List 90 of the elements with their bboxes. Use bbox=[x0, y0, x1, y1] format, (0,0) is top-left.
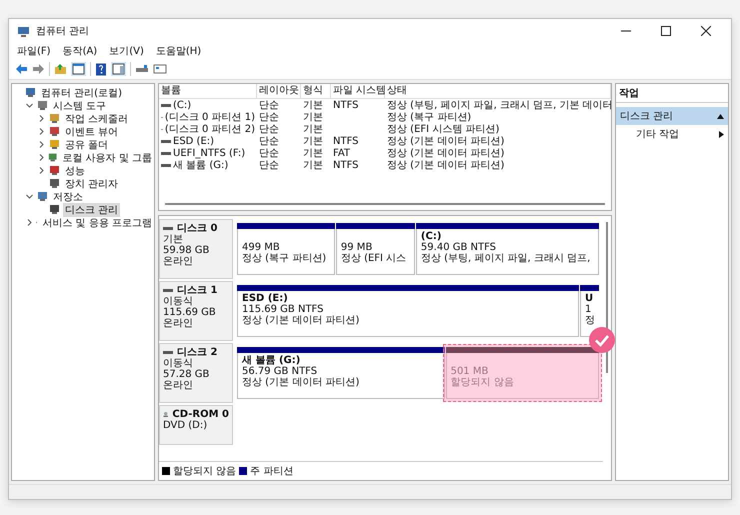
table-cell: 단순 bbox=[259, 136, 279, 147]
table-cell: FAT bbox=[333, 148, 350, 158]
partition-status: 정상 (기본 데이터 파티션) bbox=[242, 315, 360, 326]
column-header[interactable]: 파일 시스템 bbox=[331, 84, 385, 98]
table-cell: UEFI_NTFS (F:) bbox=[173, 148, 246, 158]
partition-label: ESD (E:) bbox=[242, 293, 289, 304]
disk-name: 디스크 2 bbox=[177, 347, 218, 358]
table-cell: 기본 bbox=[303, 136, 323, 147]
tree-item[interactable]: 저장소 bbox=[51, 190, 85, 204]
table-cell: ESD (E:) bbox=[173, 136, 214, 146]
disk-label-panel[interactable]: 디스크 0 기본 59.98 GB 온라인 bbox=[159, 219, 233, 279]
disk-name: 디스크 0 bbox=[177, 223, 218, 234]
table-cell-text: (디스크 0 파티션 2) bbox=[164, 123, 255, 136]
legend-label: 주 파티션 bbox=[250, 465, 294, 478]
table-cell: 정상 (기본 데이터 파티션) bbox=[387, 160, 504, 171]
tree-item[interactable]: 작업 스케줄러 bbox=[63, 112, 130, 126]
column-header[interactable]: 볼륨 bbox=[159, 84, 257, 98]
disk-type: DVD (D:) bbox=[163, 420, 208, 431]
table-cell: 정상 (기본 데이터 파티션) bbox=[387, 136, 504, 147]
table-cell: 기본 bbox=[303, 160, 323, 171]
tree-item[interactable]: 디스크 관리 bbox=[63, 202, 120, 216]
tree-item[interactable]: 이벤트 뷰어 bbox=[63, 124, 120, 138]
legend-label: 할당되지 않음 bbox=[173, 465, 236, 478]
disk-size: 57.28 GB bbox=[163, 369, 210, 380]
table-cell: NTFS bbox=[333, 160, 359, 170]
table-cell: 단순 bbox=[259, 124, 279, 135]
table-cell: NTFS bbox=[333, 136, 359, 146]
partition-size: 56.79 GB NTFS bbox=[242, 366, 318, 377]
partition-status: 정상 (부팅, 페이지 파일, 크래시 덤프, bbox=[420, 253, 592, 264]
partition-status: 정상 (EFI 시스 bbox=[340, 253, 408, 264]
table-cell-text: 새 볼륨 (G:) bbox=[173, 159, 228, 172]
menu-item[interactable]: 파일(F) bbox=[17, 44, 51, 58]
disk-size: 115.69 GB bbox=[163, 307, 217, 318]
disk-label-panel[interactable]: 디스크 1 이동식 115.69 GB 온라인 bbox=[159, 281, 233, 341]
partition-label: U bbox=[585, 293, 594, 304]
action-section[interactable]: 디스크 관리 bbox=[616, 107, 728, 125]
table-cell: 정상 (부팅, 페이지 파일, 크래시 덤프, 기본 데이터 bbox=[387, 100, 613, 111]
disk-status: 온라인 bbox=[163, 256, 194, 267]
tree-item[interactable]: 공유 폴더 bbox=[63, 138, 110, 152]
actions-header: 작업 bbox=[616, 84, 728, 103]
partition-size: 499 MB bbox=[242, 242, 281, 253]
table-cell: 기본 bbox=[303, 124, 323, 135]
action-item[interactable]: 기타 작업 bbox=[616, 125, 728, 143]
table-cell: NTFS bbox=[333, 100, 359, 110]
disk-name: CD-ROM 0 bbox=[172, 409, 229, 420]
column-header[interactable]: 상태 bbox=[385, 84, 611, 98]
disk-name: 디스크 1 bbox=[177, 285, 218, 296]
menu-item[interactable]: 동작(A) bbox=[62, 44, 98, 58]
disk-type: 이동식 bbox=[163, 358, 194, 369]
tree-item[interactable]: 컴퓨터 관리(로컬) bbox=[39, 86, 124, 100]
menu-item[interactable]: 도움말(H) bbox=[156, 44, 202, 58]
tree-item[interactable]: 장치 관리자 bbox=[63, 176, 120, 190]
table-cell: 단순 bbox=[259, 160, 279, 171]
tree-item[interactable]: 서비스 및 응용 프로그램 bbox=[40, 216, 154, 230]
partition-status: 정 bbox=[585, 315, 595, 326]
disk-size: 59.98 GB bbox=[163, 245, 210, 256]
table-cell: 단순 bbox=[259, 112, 279, 123]
partition-status: 할당되지 않음 bbox=[450, 377, 515, 388]
table-cell-text: (디스크 0 파티션 1) bbox=[164, 111, 255, 124]
table-cell: 기본 bbox=[303, 148, 323, 159]
table-cell: 기본 bbox=[303, 100, 323, 111]
table-cell: 정상 (기본 데이터 파티션) bbox=[387, 148, 504, 159]
partition-size: 501 MB bbox=[450, 366, 490, 377]
window-title: 컴퓨터 관리 bbox=[36, 25, 90, 38]
column-header[interactable]: 레이아웃 bbox=[257, 84, 301, 98]
disk-status: 온라인 bbox=[163, 380, 194, 391]
table-cell: 단순 bbox=[259, 148, 279, 159]
partition-status: 정상 (기본 데이터 파티션) bbox=[242, 377, 360, 388]
column-header[interactable]: 형식 bbox=[301, 84, 331, 98]
disk-type: 기본 bbox=[163, 234, 184, 245]
partition-size: 99 MB bbox=[340, 242, 374, 253]
table-cell: 정상 (복구 파티션) bbox=[387, 112, 472, 123]
table-cell: 단순 bbox=[259, 100, 279, 111]
partition-status: 정상 (복구 파티션) bbox=[242, 253, 328, 264]
partition-size: 115.69 GB NTFS bbox=[242, 304, 324, 315]
partition-label: 새 볼륨 (G:) bbox=[242, 355, 302, 366]
menu-item[interactable]: 보기(V) bbox=[109, 44, 144, 58]
partition-label: (C:) bbox=[420, 231, 442, 242]
tree-item[interactable]: 로컬 사용자 및 그룹 bbox=[60, 150, 154, 164]
partition-size: 59.40 GB NTFS bbox=[420, 242, 498, 253]
table-cell: (C:) bbox=[173, 100, 192, 110]
tree-item[interactable]: 성능 bbox=[63, 164, 87, 178]
table-cell: 정상 (EFI 시스템 파티션) bbox=[387, 124, 500, 135]
disk-label-panel[interactable]: 디스크 2 이동식 57.28 GB 온라인 bbox=[159, 343, 233, 403]
tree-item[interactable]: 시스템 도구 bbox=[51, 98, 108, 112]
partition-size: 1 bbox=[585, 304, 592, 315]
disk-type: 이동식 bbox=[163, 296, 194, 307]
disk-status: 온라인 bbox=[163, 318, 194, 329]
disk-label-panel[interactable]: CD-ROM 0 DVD (D:) bbox=[159, 405, 233, 445]
table-cell: 기본 bbox=[303, 112, 323, 123]
